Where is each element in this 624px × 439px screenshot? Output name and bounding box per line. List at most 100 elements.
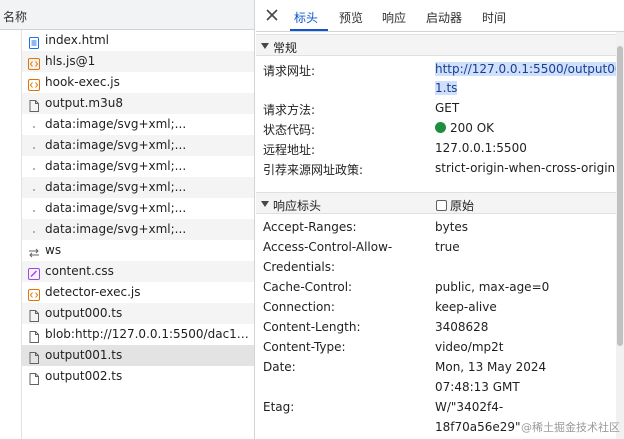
request-row[interactable]: data:image/svg+xml;... bbox=[22, 135, 254, 156]
header-value: bytes bbox=[435, 220, 469, 234]
header-key: Accept-Ranges: bbox=[263, 220, 357, 234]
list-header[interactable]: 名称 bbox=[0, 0, 254, 30]
request-name[interactable]: blob:http://127.0.0.1:5500/dac1f3... bbox=[45, 324, 251, 345]
request-url-value-1: http://127.0.0.1:5500/output00 bbox=[435, 62, 623, 76]
request-row[interactable]: data:image/svg+xml;... bbox=[22, 219, 254, 240]
collapse-triangle-icon[interactable] bbox=[261, 43, 269, 49]
request-name[interactable]: content.css bbox=[45, 261, 114, 282]
request-row[interactable]: content.css bbox=[22, 261, 254, 282]
tab-initiator[interactable]: 启动器 bbox=[426, 9, 462, 26]
request-name[interactable]: output000.ts bbox=[45, 303, 122, 324]
response-headers-title: 响应标头 bbox=[273, 199, 322, 213]
referrer-value: strict-origin-when-cross-origin bbox=[435, 161, 616, 175]
request-url-row: 请求网址: http://127.0.0.1:5500/output00 1.t… bbox=[256, 62, 623, 98]
script-icon bbox=[28, 287, 40, 301]
details-tabbar: 标头 预览 响应 启动器 时间 bbox=[256, 0, 624, 32]
header-value: Mon, 13 May 2024 bbox=[435, 360, 547, 374]
raw-label[interactable]: 原始 bbox=[450, 199, 474, 213]
status-value: 200 OK bbox=[450, 121, 495, 135]
request-list: index.html hls.js@1 hook-exec.js output.m3u… bbox=[22, 30, 254, 387]
request-name[interactable]: data:image/svg+xml;... bbox=[45, 177, 186, 198]
response-headers-section-header[interactable]: 响应标头 原始 bbox=[256, 192, 616, 214]
request-row[interactable]: hook-exec.js bbox=[22, 72, 254, 93]
request-name[interactable]: data:image/svg+xml;... bbox=[45, 114, 186, 135]
tab-timing[interactable]: 时间 bbox=[482, 9, 506, 26]
header-key: Date: bbox=[263, 360, 296, 374]
header-key-cont: Credentials: bbox=[263, 260, 336, 274]
request-name[interactable]: output002.ts bbox=[45, 366, 122, 387]
request-name[interactable]: hls.js@1 bbox=[45, 51, 95, 72]
request-url-label: 请求网址: bbox=[263, 64, 316, 78]
request-row[interactable]: data:image/svg+xml;... bbox=[22, 156, 254, 177]
request-name[interactable]: data:image/svg+xml;... bbox=[45, 135, 186, 156]
name-column-header[interactable]: 名称 bbox=[3, 8, 27, 25]
list-gutter bbox=[0, 0, 22, 439]
request-name[interactable]: output001.ts bbox=[45, 345, 122, 366]
request-row[interactable]: data:image/svg+xml;... bbox=[22, 198, 254, 219]
request-row[interactable]: output002.ts bbox=[22, 366, 254, 387]
request-name[interactable]: index.html bbox=[45, 30, 109, 51]
request-row[interactable]: output001.ts bbox=[22, 345, 254, 366]
document-icon bbox=[28, 35, 40, 49]
header-value: W/"3402f4- bbox=[435, 400, 504, 414]
status-label: 状态代码: bbox=[263, 123, 316, 137]
tab-headers[interactable]: 标头 bbox=[294, 9, 318, 26]
request-row[interactable]: output000.ts bbox=[22, 303, 254, 324]
header-value: true bbox=[435, 240, 460, 254]
request-name[interactable]: data:image/svg+xml;... bbox=[45, 198, 186, 219]
request-row[interactable]: hls.js@1 bbox=[22, 51, 254, 72]
request-name[interactable]: output.m3u8 bbox=[45, 93, 123, 114]
request-name[interactable]: detector-exec.js bbox=[45, 282, 141, 303]
request-row[interactable]: index.html bbox=[22, 30, 254, 51]
header-value: video/mp2t bbox=[435, 340, 504, 354]
header-key: Connection: bbox=[263, 300, 335, 314]
method-label: 请求方法: bbox=[263, 103, 316, 117]
script-icon bbox=[28, 56, 40, 70]
tab-preview[interactable]: 预览 bbox=[339, 9, 363, 26]
raw-toggle[interactable]: 原始 bbox=[436, 197, 474, 214]
request-url-line1[interactable]: http://127.0.0.1:5500/output00 bbox=[435, 62, 623, 76]
request-name[interactable]: data:image/svg+xml;... bbox=[45, 156, 186, 177]
active-tab-indicator bbox=[290, 29, 328, 31]
details-panel: 标头 预览 响应 启动器 时间 常规 请求网址: http://127.0.0.… bbox=[256, 0, 624, 439]
tab-response[interactable]: 响应 bbox=[382, 9, 406, 26]
collapse-triangle-icon[interactable] bbox=[261, 201, 269, 207]
request-row[interactable]: ws bbox=[22, 240, 254, 261]
general-section-header[interactable]: 常规 bbox=[256, 34, 616, 56]
svg-dot-icon bbox=[28, 161, 40, 173]
stylesheet-icon bbox=[28, 266, 40, 280]
header-key: Etag: bbox=[263, 400, 295, 414]
request-name[interactable]: ws bbox=[45, 240, 61, 261]
details-scrollbar[interactable] bbox=[616, 32, 624, 439]
method-value: GET bbox=[435, 101, 460, 115]
request-row[interactable]: detector-exec.js bbox=[22, 282, 254, 303]
request-row[interactable]: output.m3u8 bbox=[22, 93, 254, 114]
header-value: keep-alive bbox=[435, 300, 497, 314]
request-row[interactable]: data:image/svg+xml;... bbox=[22, 177, 254, 198]
close-icon[interactable] bbox=[265, 8, 279, 22]
watermark: @稀土掘金技术社区 bbox=[521, 421, 620, 434]
script-icon bbox=[28, 77, 40, 91]
status-ok-icon bbox=[435, 122, 446, 133]
request-list-panel: 名称 index.html hls.js@1 hook-exec.js output.… bbox=[0, 0, 255, 439]
request-url-value-2: 1.ts bbox=[435, 81, 458, 95]
status-value-wrap: 200 OK bbox=[435, 121, 494, 135]
request-name[interactable]: hook-exec.js bbox=[45, 72, 120, 93]
request-row[interactable]: blob:http://127.0.0.1:5500/dac1f3... bbox=[22, 324, 254, 345]
svg-dot-icon bbox=[28, 203, 40, 215]
file-icon bbox=[28, 308, 40, 322]
header-value-cont: 18f70a56e29" bbox=[435, 420, 521, 434]
header-value: public, max-age=0 bbox=[435, 280, 550, 294]
svg-dot-icon bbox=[28, 182, 40, 194]
raw-checkbox[interactable] bbox=[436, 200, 447, 211]
remote-label: 远程地址: bbox=[263, 143, 316, 157]
scrollbar-thumb[interactable] bbox=[617, 46, 623, 346]
request-row[interactable]: data:image/svg+xml;... bbox=[22, 114, 254, 135]
general-section-title: 常规 bbox=[273, 41, 298, 55]
svg-dot-icon bbox=[28, 224, 40, 236]
request-url-line2[interactable]: 1.ts bbox=[435, 81, 458, 95]
header-key: Access-Control-Allow- bbox=[263, 240, 393, 254]
header-key: Content-Length: bbox=[263, 320, 361, 334]
request-name[interactable]: data:image/svg+xml;... bbox=[45, 219, 186, 240]
websocket-icon bbox=[28, 245, 40, 258]
